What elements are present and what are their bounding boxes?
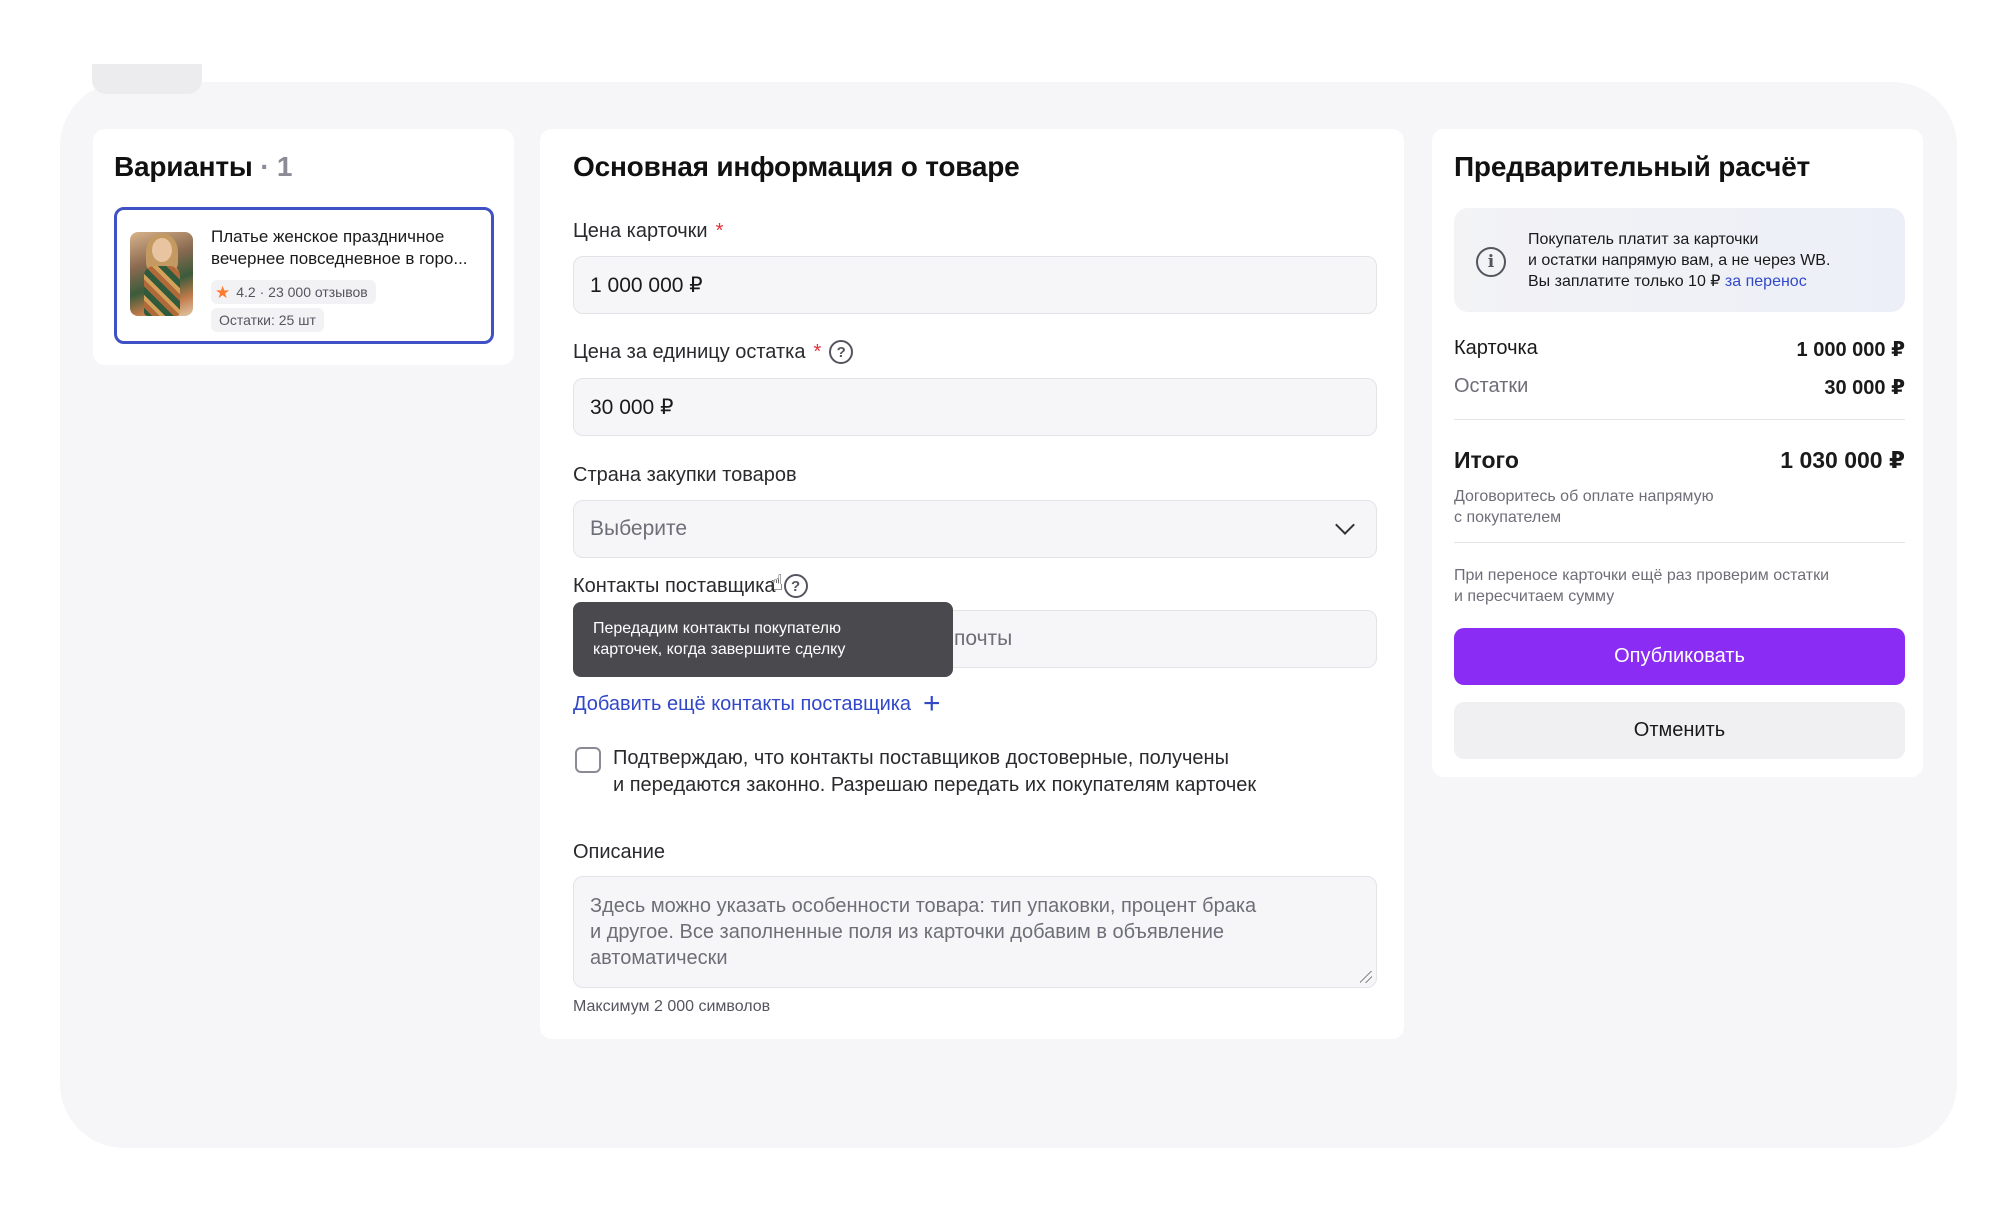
total-label: Итого	[1454, 447, 1519, 473]
product-thumbnail	[130, 232, 193, 316]
country-select[interactable]: Выберите	[573, 500, 1377, 558]
variants-count: · 1	[260, 151, 293, 182]
variant-name: Платье женское праздничное вечернее повс…	[211, 226, 486, 270]
country-select-placeholder: Выберите	[590, 517, 688, 540]
calc-title: Предварительный расчёт	[1454, 151, 1811, 182]
stock-row-value: 30 000 ₽	[1824, 377, 1905, 399]
variant-rating-badge: ★ 4.2 · 23 000 отзывов	[211, 280, 376, 304]
stock-row-label: Остатки	[1454, 375, 1529, 397]
variants-title: Варианты · 1	[114, 151, 292, 183]
total-note-line1: Договоритесь об оплате напрямую	[1454, 488, 1714, 505]
supplier-contacts-label-text: Контакты поставщика	[573, 574, 776, 597]
card-price-label: Цена карточки *	[573, 220, 723, 243]
description-label: Описание	[573, 841, 666, 863]
description-textarea[interactable]: Здесь можно указать особенности товара: …	[573, 876, 1377, 988]
divider	[1454, 542, 1905, 543]
consent-line1: Подтверждаю, что контакты поставщиков до…	[613, 747, 1229, 769]
total-row: Итого 1 030 000 ₽	[1454, 447, 1905, 474]
variant-name-line2: вечернее повседневное в горо...	[211, 249, 468, 268]
description-placeholder-line3: автоматически	[590, 947, 728, 969]
chevron-down-icon	[1335, 515, 1355, 535]
resize-handle-icon[interactable]	[1360, 971, 1372, 983]
info-line2: и остатки напрямую вам, а не через WB.	[1528, 252, 1831, 269]
transfer-link[interactable]: за перенос	[1725, 273, 1807, 290]
unit-price-label: Цена за единицу остатка * ?	[573, 340, 854, 364]
country-label: Страна закупки товаров	[573, 464, 797, 486]
card-price-input[interactable]: 1 000 000 ₽	[573, 256, 1377, 314]
stock-row: Остатки 30 000 ₽	[1454, 375, 1905, 400]
thumbnail-dress	[144, 266, 180, 316]
unit-price-input[interactable]: 30 000 ₽	[573, 378, 1377, 436]
main-title: Основная информация о товаре	[573, 151, 1020, 182]
card-row-value: 1 000 000 ₽	[1796, 339, 1905, 361]
required-mark: *	[813, 340, 822, 363]
payment-info-box: i Покупатель платит за карточки и остатк…	[1454, 208, 1905, 312]
card-price-label-text: Цена карточки	[573, 220, 708, 242]
transfer-note-line2: и пересчитаем сумму	[1454, 588, 1615, 605]
total-note-line2: с покупателем	[1454, 509, 1562, 526]
card-row: Карточка 1 000 000 ₽	[1454, 337, 1905, 362]
main-info-panel: Основная информация о товаре Цена карточ…	[540, 129, 1404, 1039]
supplier-help-tooltip: Передадим контакты покупателю карточек, …	[573, 602, 953, 677]
info-line3-prefix: Вы заплатите только 10 ₽	[1528, 273, 1725, 290]
cancel-button[interactable]: Отменить	[1454, 702, 1905, 759]
plus-icon: +	[923, 687, 941, 720]
transfer-note-line1: При переносе карточки ещё раз проверим о…	[1454, 567, 1830, 584]
variant-card-selected[interactable]: Платье женское праздничное вечернее повс…	[114, 207, 494, 344]
total-note: Договоритесь об оплате напрямую с покупа…	[1454, 486, 1714, 528]
payment-info-text: Покупатель платит за карточки и остатки …	[1528, 229, 1830, 292]
add-supplier-contacts-text: Добавить ещё контакты поставщика	[573, 692, 912, 715]
hand-cursor-icon: ☝	[770, 570, 784, 595]
tooltip-line2: карточек, когда завершите сделку	[593, 641, 846, 658]
description-placeholder-line1: Здесь можно указать особенности товара: …	[590, 895, 1257, 917]
transfer-note: При переносе карточки ещё раз проверим о…	[1454, 565, 1829, 607]
variant-name-line1: Платье женское праздничное	[211, 227, 445, 246]
preliminary-calc-panel: Предварительный расчёт i Покупатель плат…	[1432, 129, 1923, 777]
consent-text: Подтверждаю, что контакты поставщиков до…	[613, 745, 1353, 799]
variant-stock-badge: Остатки: 25 шт	[211, 308, 324, 332]
info-icon: i	[1476, 247, 1506, 277]
help-icon[interactable]: ?	[829, 340, 854, 364]
variant-rating-text: 4.2 · 23 000 отзывов	[236, 284, 368, 300]
description-placeholder-line2: и другое. Все заполненные поля из карточ…	[590, 921, 1225, 943]
star-icon: ★	[215, 282, 231, 302]
supplier-contacts-placeholder: почты	[954, 627, 1013, 650]
total-value: 1 030 000 ₽	[1780, 447, 1905, 473]
help-icon[interactable]: ?	[783, 574, 808, 598]
card-row-label: Карточка	[1454, 337, 1538, 359]
info-line1: Покупатель платит за карточки	[1528, 231, 1759, 248]
publish-button[interactable]: Опубликовать	[1454, 628, 1905, 685]
consent-checkbox[interactable]	[575, 747, 601, 773]
variants-title-text: Варианты	[114, 151, 253, 182]
info-line3: Вы заплатите только 10 ₽ за перенос	[1528, 271, 1830, 292]
description-hint: Максимум 2 000 символов	[573, 998, 771, 1015]
consent-line2: и передаются законно. Разрешаю передать …	[613, 774, 1257, 796]
top-tab-stub	[92, 64, 202, 94]
add-supplier-contacts-link[interactable]: Добавить ещё контакты поставщика +	[573, 689, 941, 719]
variants-panel: Варианты · 1 Платье женское праздничное …	[93, 129, 514, 365]
thumbnail-head	[152, 238, 172, 262]
unit-price-label-text: Цена за единицу остатка	[573, 340, 806, 363]
tooltip-line1: Передадим контакты покупателю	[593, 620, 842, 637]
required-mark: *	[715, 220, 724, 242]
divider	[1454, 419, 1905, 420]
